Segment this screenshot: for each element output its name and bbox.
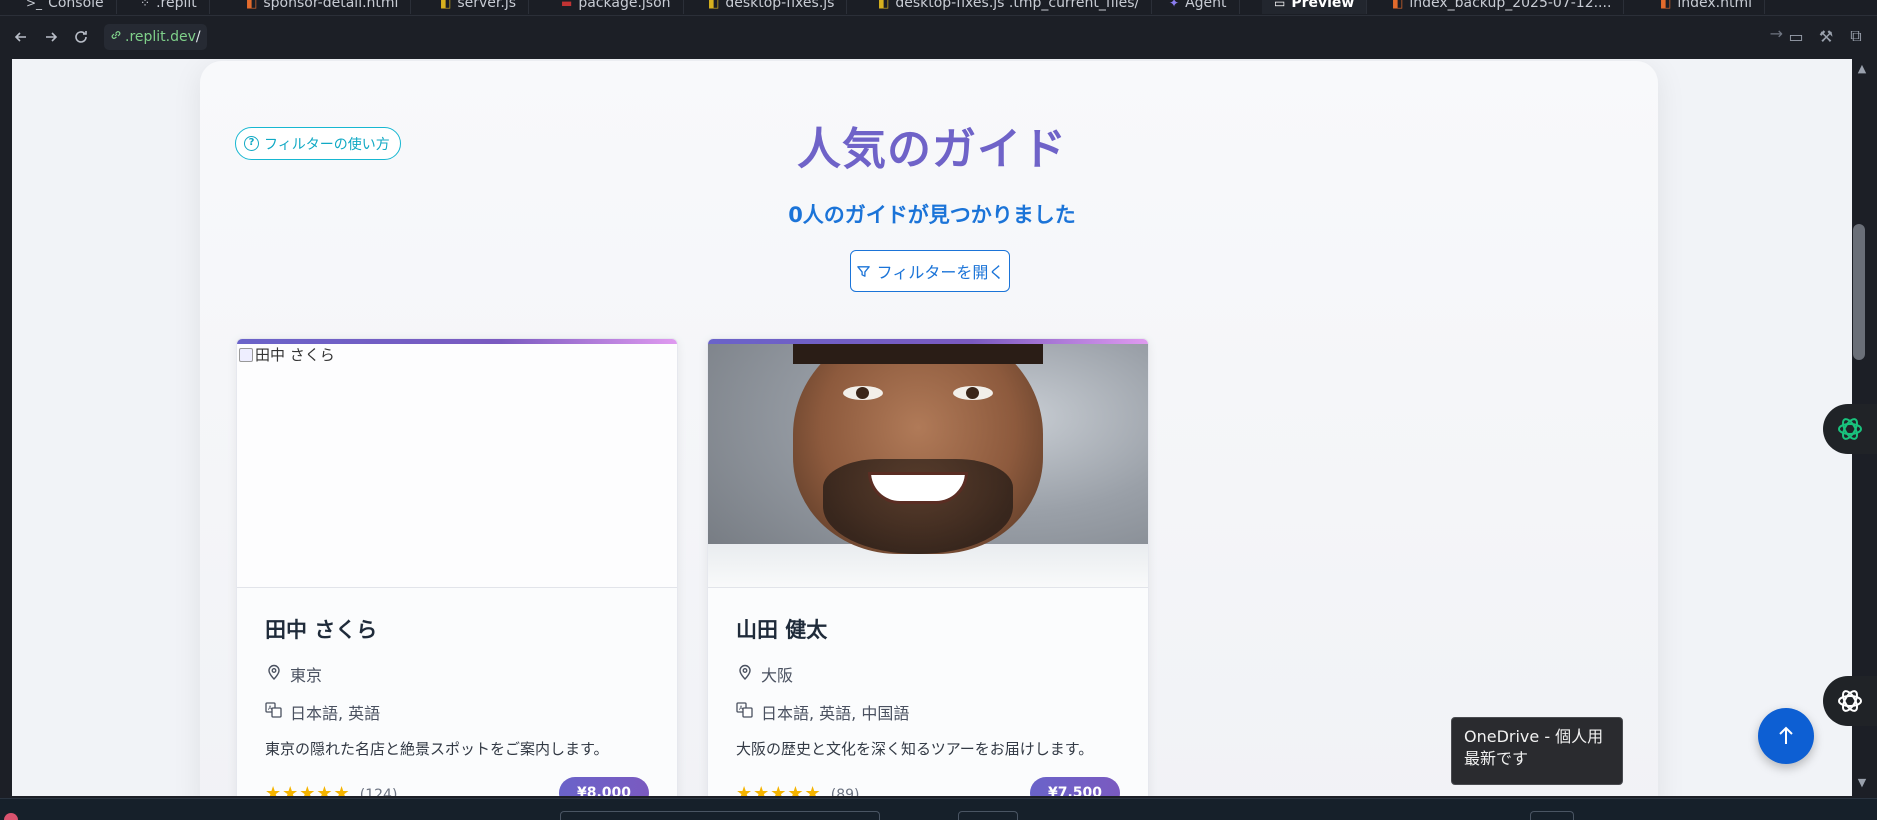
tab-index-html[interactable]: ◧ index.html [1648, 0, 1765, 14]
map-pin-icon [736, 664, 754, 684]
review-count: (124) [359, 786, 398, 797]
openai-logo-icon [1838, 690, 1862, 712]
terminal-icon: >_ [26, 0, 43, 10]
price-badge: ¥8,000 [558, 777, 649, 796]
js-file-icon: ◧ [878, 0, 890, 10]
tab-desktop-fixes[interactable]: ◧ desktop-fixes.js [696, 0, 848, 14]
arrow-up-icon [1779, 726, 1793, 744]
preview-address-bar: .replit.dev / → ▭ ⚒ ⧉ [0, 16, 1877, 58]
config-icon: ⁘ [140, 0, 151, 10]
taskbar-app[interactable] [958, 811, 1018, 820]
review-count: (89) [830, 786, 860, 797]
arrow-left-icon [14, 32, 26, 42]
scrollbar-thumb[interactable] [1853, 224, 1865, 360]
html-file-icon: ◧ [1660, 0, 1672, 10]
image-alt-text: 田中 さくら [255, 346, 335, 364]
guide-description: 東京の隠れた名店と絶景スポットをご案内します。 [265, 740, 609, 758]
funnel-icon [856, 265, 870, 277]
tab-server-js[interactable]: ◧ server.js [428, 0, 530, 14]
guide-location: 大阪 [736, 662, 1120, 686]
preview-viewport: ? フィルターの使い方 人気のガイド 0人のガイドが見つかりました フィルターを… [12, 59, 1852, 796]
open-filter-label: フィルターを開く [876, 263, 1005, 282]
onedrive-status-tooltip: OneDrive - 個人用 最新です [1451, 717, 1623, 785]
tab-sponsor-detail[interactable]: ◧ sponsor-detail.html [234, 0, 412, 14]
assistant-sidebar-button[interactable] [1823, 676, 1877, 726]
reload-icon [75, 31, 87, 43]
html-file-icon: ◧ [1392, 0, 1404, 10]
taskbar-app[interactable] [1530, 811, 1574, 820]
device-preview-button[interactable]: ▭ [1785, 22, 1807, 50]
guide-photo: 田中 さくら [237, 344, 677, 588]
page-title: 人気のガイド [797, 124, 1067, 175]
link-icon [110, 29, 122, 45]
url-path: / [195, 29, 201, 45]
guide-name: 田中 さくら [265, 618, 378, 642]
html-file-icon: ◧ [246, 0, 258, 10]
devtools-button[interactable]: ⚒ [1815, 22, 1837, 50]
wrench-icon: ⚒ [1818, 26, 1834, 46]
app-icon[interactable] [4, 813, 18, 820]
guide-languages: A 日本語, 英語, 中国語 [736, 700, 1120, 724]
taskbar-search[interactable] [560, 811, 880, 820]
reload-button[interactable] [66, 22, 96, 52]
broken-image-icon [239, 347, 253, 362]
left-gutter [0, 59, 12, 796]
back-button[interactable] [6, 22, 36, 52]
open-route-icon[interactable]: → [1770, 24, 1783, 43]
result-count: 0人のガイドが見つかりました [788, 203, 1076, 227]
tab-console[interactable]: >_ Console [14, 0, 117, 14]
npm-icon: ▬ [561, 0, 573, 10]
toast-line-1: OneDrive - 個人用 [1464, 727, 1604, 746]
agent-icon: ✦ [1169, 0, 1180, 10]
editor-tab-strip: >_ Console ⁘ .replit ◧ sponsor-detail.html … [0, 0, 1877, 16]
url-field[interactable]: .replit.dev / [104, 24, 207, 50]
translate-icon: A [736, 702, 754, 722]
guide-portrait-image [708, 344, 1148, 587]
forward-button[interactable] [36, 22, 66, 52]
guide-location: 東京 [265, 662, 649, 686]
translate-icon: A [265, 702, 283, 722]
tab-preview[interactable]: ▭ Preview [1262, 0, 1368, 14]
rating-stars: ★★★★★ [736, 782, 822, 797]
monitor-icon: ▭ [1274, 0, 1286, 10]
guide-name: 山田 健太 [736, 618, 828, 642]
open-filter-button[interactable]: フィルターを開く [850, 250, 1010, 292]
tab-package-json[interactable]: ▬ package.json [549, 0, 684, 14]
js-file-icon: ◧ [440, 0, 452, 10]
open-new-tab-button[interactable]: ⧉ [1845, 22, 1867, 50]
map-pin-icon [265, 664, 283, 684]
toast-line-2: 最新です [1464, 749, 1529, 768]
tab-index-backup[interactable]: ◧ index_backup_2025-07-12.... [1380, 0, 1625, 14]
openai-logo-icon [1838, 418, 1862, 440]
chatgpt-sidebar-button[interactable] [1823, 404, 1877, 454]
js-file-icon: ◧ [708, 0, 720, 10]
guide-languages: A 日本語, 英語 [265, 700, 649, 724]
back-to-top-button[interactable] [1758, 708, 1814, 764]
scroll-down-arrow-icon[interactable]: ▼ [1852, 776, 1872, 789]
monitor-icon: ▭ [1788, 26, 1804, 46]
arrow-right-icon [46, 32, 58, 42]
external-link-icon: ⧉ [1850, 26, 1862, 45]
guide-card[interactable]: 田中 さくら 田中 さくら 東京 A 日本語, 英語 東京の隠れた名店と絶景スポ… [236, 338, 678, 796]
scroll-up-arrow-icon[interactable]: ▲ [1852, 62, 1872, 75]
broken-image-placeholder: 田中 さくら [239, 344, 335, 365]
price-badge: ¥7,500 [1029, 777, 1120, 796]
guide-card[interactable]: 山田 健太 大阪 A 日本語, 英語, 中国語 大阪の歴史と文化を深く知るツアー… [707, 338, 1149, 796]
guide-description: 大阪の歴史と文化を深く知るツアーをお届けします。 [736, 740, 1094, 758]
tab-replit[interactable]: ⁘ .replit [128, 0, 210, 14]
rating-stars: ★★★★★ [265, 782, 351, 797]
guide-photo [708, 344, 1148, 588]
os-taskbar [0, 798, 1877, 820]
tab-desktop-fixes-tmp[interactable]: ◧ desktop-fixes.js .tmp_current_files/ [866, 0, 1153, 14]
url-host: .replit.dev [125, 29, 196, 45]
tab-agent[interactable]: ✦ Agent [1157, 0, 1240, 14]
